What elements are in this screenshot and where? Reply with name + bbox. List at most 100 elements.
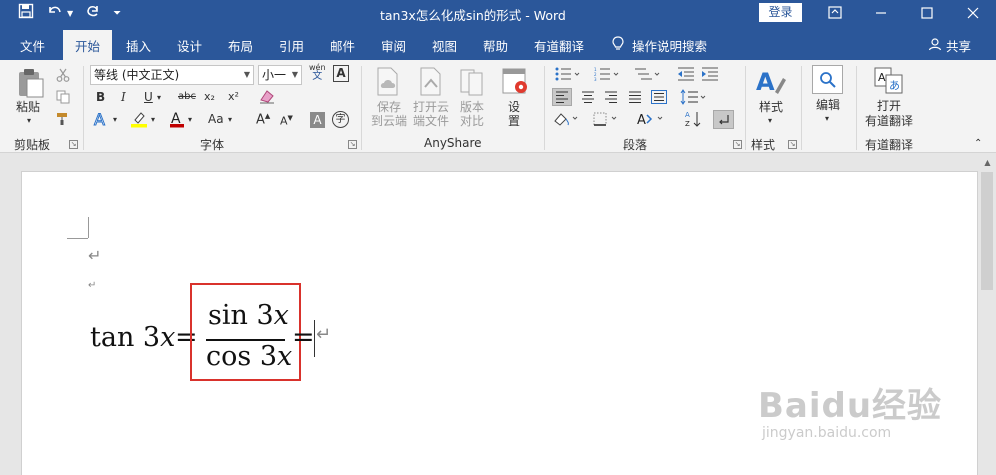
- close-icon[interactable]: [950, 0, 996, 26]
- superscript-button[interactable]: x²: [228, 90, 239, 103]
- undo-dropdown-icon[interactable]: ▼: [67, 4, 73, 24]
- version-compare-icon[interactable]: [458, 66, 486, 98]
- font-name-combo[interactable]: 等线 (中文正文) ▼: [90, 65, 254, 85]
- align-right-icon[interactable]: [601, 88, 621, 106]
- show-formatting-marks-icon[interactable]: [713, 110, 734, 129]
- underline-button[interactable]: U: [144, 90, 153, 104]
- svg-text:A: A: [637, 113, 646, 127]
- styles-dropdown-icon[interactable]: ▾: [768, 116, 772, 125]
- editing-dropdown-icon[interactable]: ▾: [825, 114, 829, 123]
- shading-icon[interactable]: [551, 110, 581, 128]
- character-border-icon[interactable]: A: [333, 65, 349, 82]
- paste-icon[interactable]: [14, 68, 48, 100]
- increase-indent-icon[interactable]: [701, 66, 719, 82]
- font-launcher-icon[interactable]: ↘: [348, 140, 357, 149]
- sort-icon[interactable]: AZ: [684, 110, 704, 128]
- tab-home[interactable]: 开始: [63, 30, 113, 60]
- share-button[interactable]: 共享: [928, 36, 971, 55]
- tab-references[interactable]: 引用: [279, 36, 304, 55]
- multilevel-list-icon[interactable]: [634, 66, 662, 82]
- paste-label[interactable]: 粘贴: [16, 100, 40, 114]
- equation-lhs[interactable]: tan 3x: [90, 322, 175, 353]
- styles-icon[interactable]: A: [755, 66, 787, 98]
- clear-formatting-icon[interactable]: [257, 87, 277, 105]
- format-painter-icon[interactable]: [55, 111, 71, 127]
- styles-launcher-icon[interactable]: ↘: [788, 140, 797, 149]
- subscript-button[interactable]: x₂: [204, 90, 215, 103]
- minimize-icon[interactable]: [858, 0, 904, 26]
- tab-youdao[interactable]: 有道翻译: [534, 36, 584, 55]
- maximize-icon[interactable]: [904, 0, 950, 26]
- login-button[interactable]: 登录: [759, 3, 802, 22]
- shrink-font-glyph: A: [280, 114, 288, 128]
- tab-view[interactable]: 视图: [432, 36, 457, 55]
- tab-insert[interactable]: 插入: [126, 36, 151, 55]
- cut-icon[interactable]: [55, 67, 71, 83]
- redo-icon[interactable]: [85, 3, 101, 24]
- youdao-open-label[interactable]: 打开: [877, 99, 901, 113]
- ribbon-display-icon[interactable]: [812, 0, 858, 26]
- tab-mailings[interactable]: 邮件: [330, 36, 355, 55]
- customize-qat-icon[interactable]: ⏷: [113, 4, 121, 24]
- tab-layout[interactable]: 布局: [228, 36, 253, 55]
- font-size-combo[interactable]: 小一 ▼: [258, 65, 302, 85]
- save-icon[interactable]: [18, 3, 34, 24]
- version-compare-label[interactable]: 版本 对比: [460, 100, 484, 128]
- undo-icon[interactable]: [46, 3, 64, 24]
- collapse-ribbon-icon[interactable]: ⌃: [974, 138, 982, 149]
- styles-label[interactable]: 样式: [759, 100, 783, 114]
- tab-file[interactable]: 文件: [20, 36, 45, 55]
- copy-icon[interactable]: [55, 89, 71, 105]
- chinese-layout-icon[interactable]: A: [636, 110, 668, 128]
- underline-dropdown-icon[interactable]: ▾: [157, 93, 161, 102]
- youdao-group-label: 有道翻译: [865, 138, 914, 152]
- tell-me-search[interactable]: 操作说明搜索: [612, 36, 707, 55]
- line-spacing-icon[interactable]: [680, 88, 708, 106]
- decrease-indent-icon[interactable]: [677, 66, 695, 82]
- strikethrough-button[interactable]: abc: [178, 91, 196, 102]
- settings-line1: 设: [508, 100, 521, 114]
- youdao-translate-icon[interactable]: Aあ: [874, 67, 904, 95]
- anyshare-settings-icon[interactable]: [500, 66, 530, 98]
- align-left-icon[interactable]: [552, 88, 572, 106]
- open-cloud-file-label[interactable]: 打开云 端文件: [413, 100, 449, 128]
- save-to-cloud-label[interactable]: 保存 到云端: [371, 100, 407, 128]
- editing-icon[interactable]: [812, 65, 843, 94]
- scroll-up-icon[interactable]: ▲: [979, 155, 996, 171]
- grow-font-button[interactable]: A▲: [256, 112, 270, 127]
- font-color-icon[interactable]: A: [168, 110, 186, 128]
- justify-icon[interactable]: [625, 88, 645, 106]
- bullets-icon[interactable]: [555, 66, 581, 82]
- align-center-icon[interactable]: [578, 88, 598, 106]
- clipboard-launcher-icon[interactable]: ↘: [69, 140, 78, 149]
- vertical-scrollbar[interactable]: [981, 172, 993, 290]
- change-case-dropdown-icon[interactable]: ▾: [228, 115, 232, 124]
- borders-icon[interactable]: [592, 110, 622, 128]
- editing-label[interactable]: 编辑: [816, 98, 840, 112]
- highlight-dropdown-icon[interactable]: ▾: [151, 115, 155, 124]
- save-to-cloud-line2: 到云端: [371, 114, 408, 128]
- phonetic-guide-icon[interactable]: wén 文: [309, 63, 326, 82]
- youdao-translate-label[interactable]: 有道翻译: [865, 114, 913, 128]
- font-color-dropdown-icon[interactable]: ▾: [188, 115, 192, 124]
- highlight-icon[interactable]: [129, 110, 149, 128]
- italic-button[interactable]: I: [121, 90, 126, 104]
- enclose-characters-button[interactable]: 字: [332, 111, 349, 128]
- save-to-cloud-icon[interactable]: [374, 66, 402, 98]
- shrink-font-button[interactable]: A▼: [280, 114, 293, 128]
- tab-design[interactable]: 设计: [177, 36, 202, 55]
- anyshare-settings-label[interactable]: 设 置: [508, 100, 520, 128]
- open-cloud-file-icon[interactable]: [417, 66, 445, 98]
- text-effects-icon[interactable]: A: [92, 110, 110, 128]
- font-group-label: 字体: [200, 138, 225, 152]
- character-shading-button[interactable]: A: [310, 112, 325, 128]
- paragraph-launcher-icon[interactable]: ↘: [733, 140, 742, 149]
- paste-dropdown-icon[interactable]: ▾: [27, 116, 31, 125]
- tab-review[interactable]: 审阅: [381, 36, 406, 55]
- tab-help[interactable]: 帮助: [483, 36, 508, 55]
- bold-button[interactable]: B: [96, 90, 105, 104]
- text-effects-dropdown-icon[interactable]: ▾: [113, 115, 117, 124]
- numbering-icon[interactable]: 123: [594, 66, 620, 82]
- distributed-icon[interactable]: [649, 88, 669, 106]
- change-case-button[interactable]: Aa: [208, 112, 224, 126]
